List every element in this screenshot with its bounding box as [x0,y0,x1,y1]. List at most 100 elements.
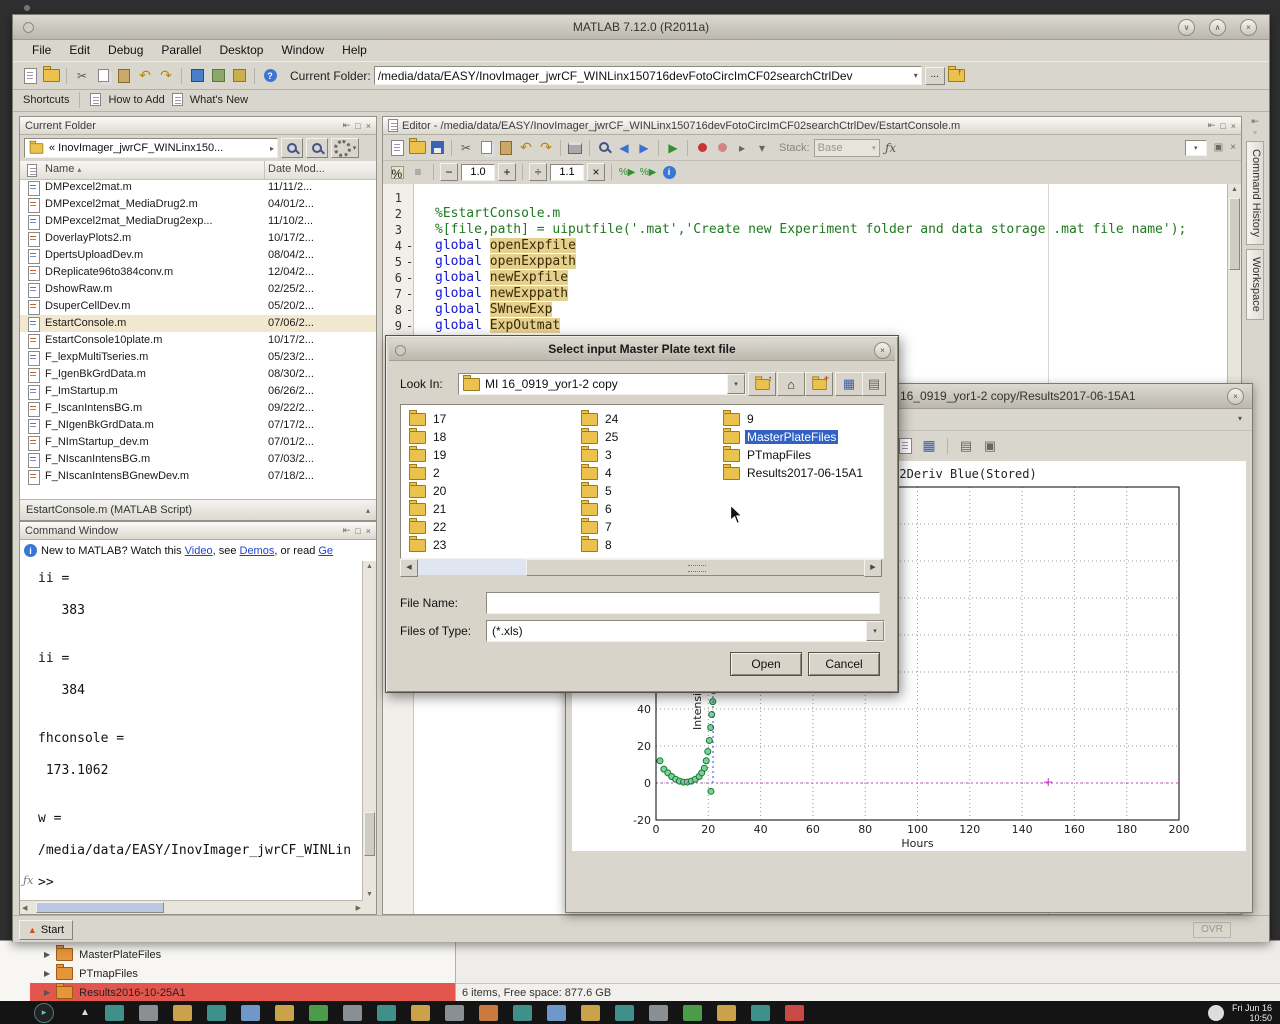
taskbar-app-icon[interactable] [445,1005,464,1021]
file-row[interactable]: DshowRaw.m02/25/2... [20,281,376,298]
taskbar-app-icon[interactable] [513,1005,532,1021]
simulink-icon[interactable] [188,67,206,85]
file-row[interactable]: F_lexpMultiTseries.m05/23/2... [20,349,376,366]
taskbar-app-icon[interactable] [105,1005,124,1021]
taskbar-app-icon[interactable] [717,1005,736,1021]
back-icon[interactable]: ◀ [615,139,633,157]
expander-icon[interactable]: ▶ [44,950,50,959]
step-icon[interactable]: ▸ [733,139,751,157]
fm-tree-item[interactable]: ▶MasterPlateFiles [30,945,455,964]
open-file-icon[interactable] [408,139,426,157]
new-folder-button[interactable]: + [805,372,833,396]
dialog-folder-item[interactable]: 20 [409,482,448,500]
taskbar-app-icon[interactable] [377,1005,396,1021]
file-name-input[interactable] [486,592,880,614]
figure-table-icon[interactable]: ▤ [957,437,975,455]
hscroll-left-arrow[interactable]: ◀ [400,559,418,577]
taskbar-app-icon[interactable] [343,1005,362,1021]
taskbar-app-icon[interactable] [581,1005,600,1021]
dialog-folder-item[interactable]: 19 [409,446,448,464]
taskbar-app-icon[interactable] [275,1005,294,1021]
dialog-folder-item[interactable]: Results2017-06-15A1 [723,464,865,482]
name-column-header[interactable]: Name ▴ [45,163,81,175]
dialog-menu-icon[interactable] [395,345,406,356]
increase-value-button[interactable]: + [498,163,516,181]
code-line[interactable]: 6-global newExpfile [383,270,1228,286]
file-row[interactable]: DMPexcel2mat_MediaDrug2.m04/01/2... [20,196,376,213]
clock[interactable]: Fri Jun 16 10:50 [1232,1003,1272,1023]
detail-view-button[interactable]: ▤ [862,372,886,396]
matlab-titlebar[interactable]: MATLAB 7.12.0 (R2011a) ∨ ∧ × [13,15,1269,40]
dialog-folder-item[interactable]: MasterPlateFiles [723,428,838,446]
cell-value-1-input[interactable] [461,164,495,181]
layout-split-button[interactable]: ▾ [1185,140,1207,156]
breadcrumb-expand-icon[interactable]: ▸ [270,144,274,153]
minimize-panel-icon[interactable]: □ [355,121,360,131]
code-line[interactable]: 1 [383,190,1228,206]
console-hscrollbar[interactable]: ◀ ▶ [20,900,363,914]
figure-combo-arrow-icon[interactable]: ▾ [1238,414,1242,423]
home-button[interactable]: ⌂ [777,372,805,396]
menu-help[interactable]: Help [333,41,376,59]
taskbar-app-icon[interactable] [751,1005,770,1021]
dialog-folder-item[interactable]: 8 [581,536,614,554]
menu-parallel[interactable]: Parallel [152,41,210,59]
new-file-icon[interactable] [388,139,406,157]
dialog-folder-item[interactable]: 25 [581,428,620,446]
dialog-file-list[interactable]: 171819220212223 2425345678 9MasterPlateF… [400,404,884,559]
tray-logo-icon[interactable] [1208,1005,1224,1021]
paste-icon[interactable] [115,67,133,85]
open-button[interactable]: Open [730,652,802,676]
matlab-start-button[interactable]: ▲ Start [19,920,73,940]
copy-icon[interactable] [477,139,495,157]
file-row[interactable]: EstartConsole.m07/06/2... [20,315,376,332]
dialog-folder-item[interactable]: 5 [581,482,614,500]
file-row[interactable]: DoverlayPlots2.m10/17/2... [20,230,376,247]
minimize-panel-icon[interactable]: □ [1220,121,1225,131]
strip-dock-icon[interactable]: ⇤ [1244,116,1266,127]
open-file-icon[interactable] [42,67,60,85]
file-row[interactable]: F_IgenBkGrdData.m08/30/2... [20,366,376,383]
undo-icon[interactable]: ↶ [136,67,154,85]
dialog-folder-item[interactable]: 4 [581,464,614,482]
look-in-dropdown-icon[interactable]: ▾ [727,374,745,394]
figure-close-button[interactable]: × [1227,388,1244,405]
dialog-folder-item[interactable]: 2 [409,464,442,482]
maximize-button[interactable]: ∧ [1209,19,1226,36]
taskbar-app-icon[interactable] [139,1005,158,1021]
run-icon[interactable]: ▶ [664,139,682,157]
file-row[interactable]: DsuperCellDev.m05/20/2... [20,298,376,315]
forward-icon[interactable]: ▶ [635,139,653,157]
path-dropdown-icon[interactable]: ▾ [914,71,918,80]
demos-link[interactable]: Demos [240,545,275,557]
taskbar-app-icon[interactable] [309,1005,328,1021]
close-panel-icon[interactable]: × [366,526,371,536]
menu-debug[interactable]: Debug [99,41,152,59]
clear-breakpoints-icon[interactable] [713,139,731,157]
vtab-command-history[interactable]: Command History [1246,141,1264,245]
up-folder-icon[interactable]: ↑ [948,67,966,85]
file-row[interactable]: F_ImStartup.m06/26/2... [20,383,376,400]
profiler-icon[interactable] [230,67,248,85]
new-script-icon[interactable] [21,67,39,85]
look-in-combo[interactable]: MI 16_0919_yor1-2 copy ▾ [458,373,746,395]
files-of-type-combo[interactable]: (*.xls) ▾ [486,620,885,642]
redo-icon[interactable]: ↷ [157,67,175,85]
minimize-button[interactable]: ∨ [1178,19,1195,36]
dialog-folder-item[interactable]: 24 [581,410,620,428]
file-row[interactable]: EstartConsole10plate.m10/17/2... [20,332,376,349]
console-vscrollbar[interactable]: ▲ ▼ [362,561,376,901]
redo-icon[interactable]: ↷ [537,139,555,157]
file-row[interactable]: F_NIscanIntensBGnewDev.m07/18/2... [20,468,376,485]
set-breakpoint-icon[interactable] [693,139,711,157]
cell-info-icon[interactable]: i [660,163,678,181]
search-button[interactable] [281,138,303,158]
find-files-button[interactable] [306,138,328,158]
taskbar-app-icon[interactable] [649,1005,668,1021]
launcher-icon[interactable]: ▸ [34,1003,54,1023]
file-row[interactable]: DMPexcel2mat.m11/11/2... [20,179,376,196]
hscroll-thumb[interactable] [526,559,868,576]
close-panel-icon[interactable]: × [366,121,371,131]
dialog-folder-item[interactable]: 7 [581,518,614,536]
help-icon[interactable]: ? [261,67,279,85]
